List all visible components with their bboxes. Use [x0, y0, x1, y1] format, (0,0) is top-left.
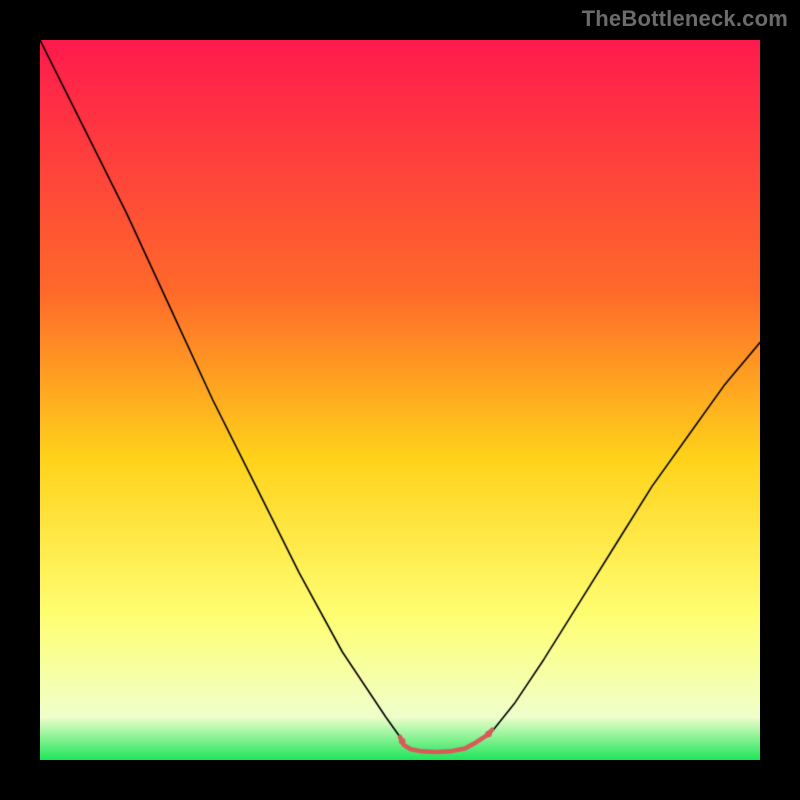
- plot-area: [40, 40, 760, 760]
- chart-frame: TheBottleneck.com: [0, 0, 800, 800]
- watermark-label: TheBottleneck.com: [582, 6, 788, 32]
- chart-canvas: [40, 40, 760, 760]
